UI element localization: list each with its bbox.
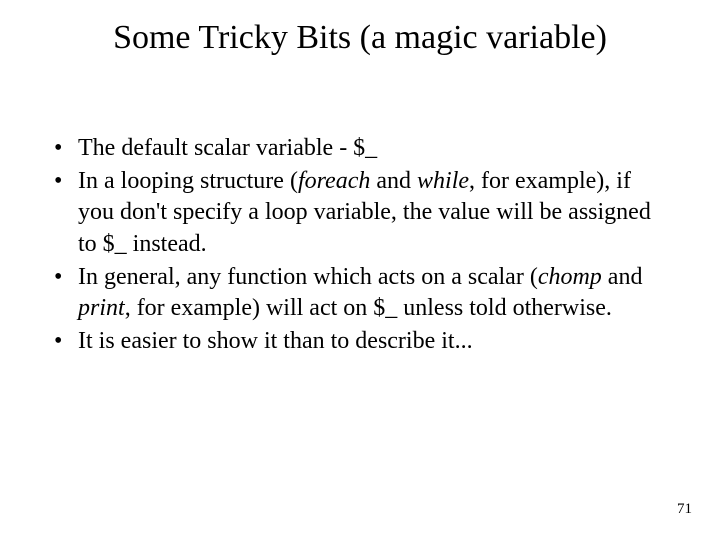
bullet-text: It is easier to show it than to describe… [78,328,473,354]
bullet-text-part: In a looping structure ( [78,168,298,194]
bullet-text-italic: print [78,295,125,321]
slide-body: The default scalar variable - $_ In a lo… [0,57,720,357]
bullet-text-part: In general, any function which acts on a… [78,264,538,290]
bullet-item: The default scalar variable - $_ [50,133,670,164]
bullet-text-part: and [370,168,417,194]
bullet-text-italic: chomp [538,264,602,290]
slide-title: Some Tricky Bits (a magic variable) [0,0,720,57]
bullet-text-part: , for example) will act on $_ unless tol… [125,295,612,321]
bullet-list: The default scalar variable - $_ In a lo… [50,133,670,357]
bullet-item: In general, any function which acts on a… [50,262,670,324]
bullet-text: The default scalar variable - $_ [78,135,377,161]
bullet-item: It is easier to show it than to describe… [50,326,670,357]
bullet-text-part: and [602,264,643,290]
bullet-item: In a looping structure (foreach and whil… [50,166,670,260]
bullet-text-italic: while [417,168,469,194]
bullet-text-italic: foreach [298,168,370,194]
page-number: 71 [677,501,692,518]
